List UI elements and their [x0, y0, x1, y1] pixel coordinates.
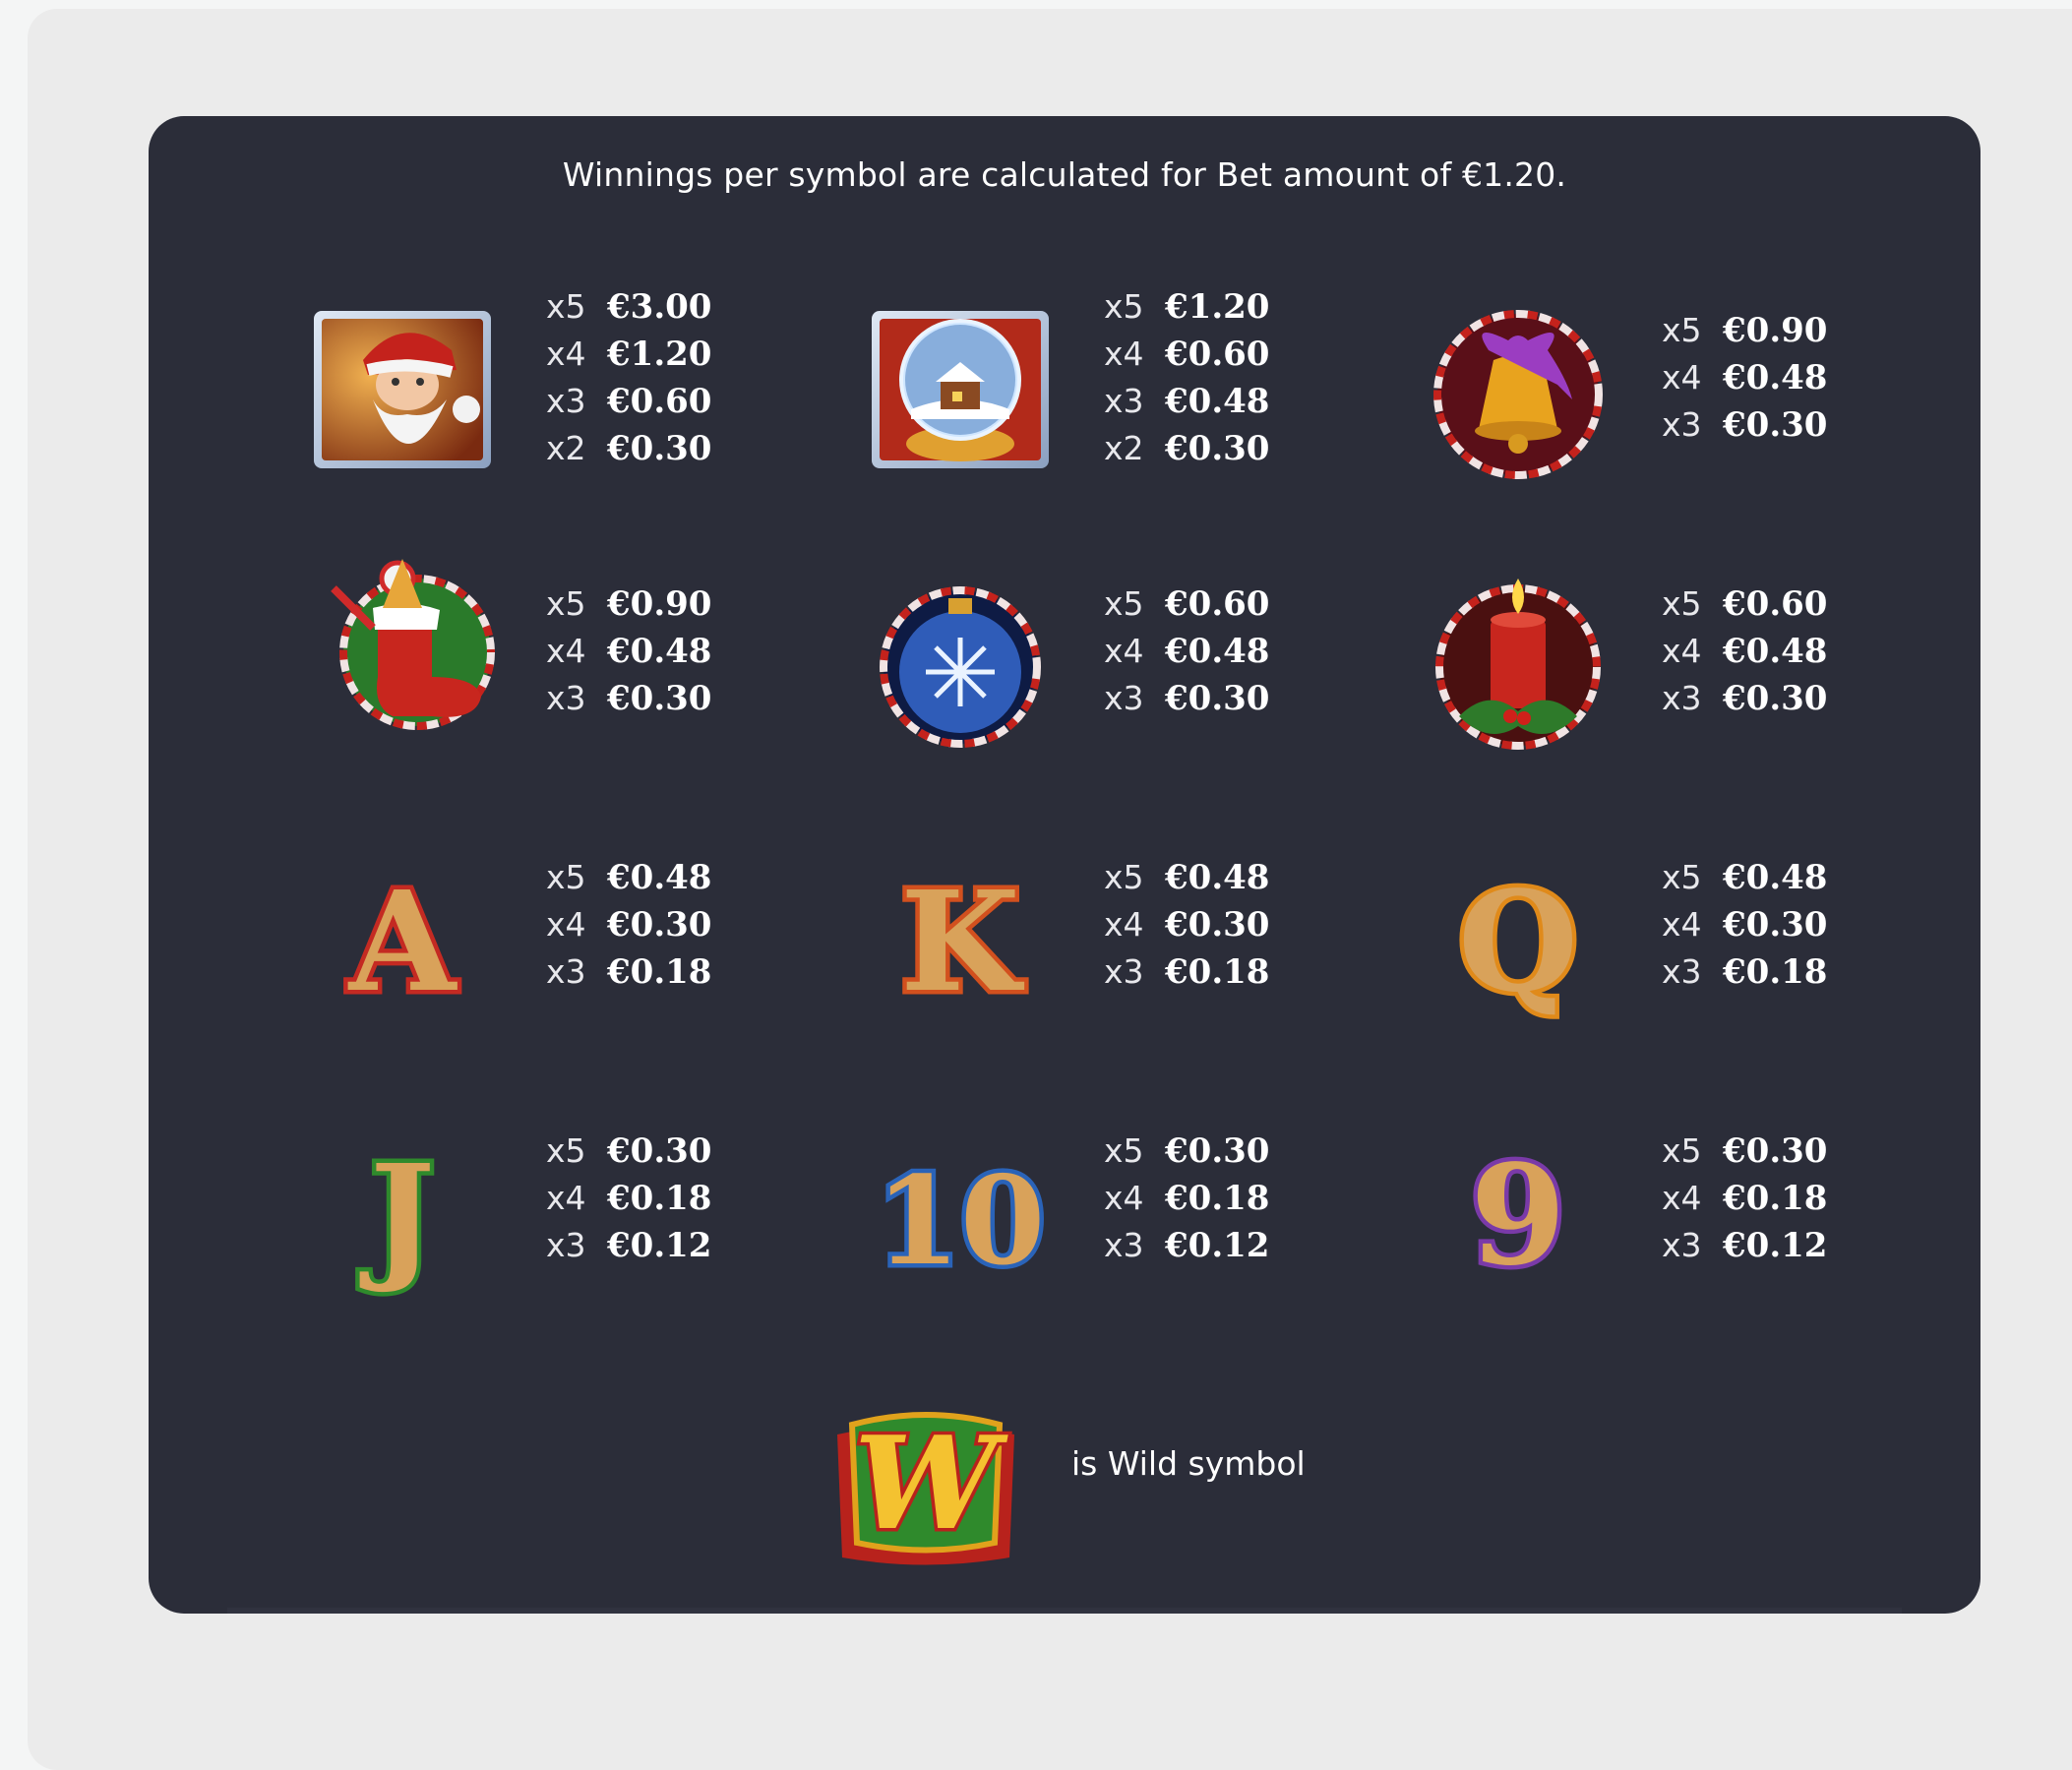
paytable-panel: Winnings per symbol are calculated for B…: [149, 116, 1981, 1614]
pay-row: x5 €0.30: [1104, 1131, 1270, 1171]
pay-row: x5 €0.30: [1662, 1131, 1828, 1171]
pay-row: x3 €0.30: [1662, 679, 1828, 718]
pay-row: x4 €0.30: [1662, 905, 1828, 945]
letter-j-icon: J: [284, 1116, 520, 1312]
paytable-santa: x5 €3.00 x4 €1.20 x3 €0.60 x2 €0.30: [546, 283, 802, 472]
pay-row: x3 €0.18: [546, 952, 712, 992]
bet-note: Winnings per symbol are calculated for B…: [562, 155, 1567, 194]
pay-row: x3 €0.30: [1662, 405, 1828, 445]
pay-row: x2 €0.30: [1104, 429, 1270, 468]
pay-row: x3 €0.18: [1662, 952, 1828, 992]
paytable-10: x5 €0.30 x4 €0.18 x3 €0.12: [1104, 1128, 1360, 1269]
wild-w-icon: W: [808, 1385, 1044, 1582]
svg-text:9: 9: [1470, 1135, 1565, 1297]
letter-q-icon: Q: [1400, 842, 1636, 1039]
pay-row: x4 €0.48: [1662, 632, 1828, 671]
paytable-candle: x5 €0.60 x4 €0.48 x3 €0.30: [1662, 580, 1918, 722]
candle-icon: [1400, 559, 1636, 756]
pay-row: x5 €0.48: [546, 858, 712, 897]
ornament-icon: [842, 559, 1078, 756]
pay-row: x4 €0.48: [1662, 358, 1828, 397]
pay-row: x3 €0.30: [1104, 679, 1270, 718]
paytable-a: x5 €0.48 x4 €0.30 x3 €0.18: [546, 854, 802, 996]
svg-text:A: A: [347, 862, 458, 1023]
paytable-stocking: x5 €0.90 x4 €0.48 x3 €0.30: [546, 580, 802, 722]
paytable-bell: x5 €0.90 x4 €0.48 x3 €0.30: [1662, 307, 1918, 449]
bell-icon: [1400, 291, 1636, 488]
letter-k-icon: K: [842, 842, 1078, 1039]
paytable-k: x5 €0.48 x4 €0.30 x3 €0.18: [1104, 854, 1360, 996]
pay-row: x5 €0.60: [1104, 584, 1270, 624]
pay-row: x3 €0.12: [546, 1226, 712, 1265]
pay-row: x5 €0.30: [546, 1131, 712, 1171]
snow-globe-icon: [842, 291, 1078, 488]
pay-row: x5 €1.20: [1104, 287, 1270, 327]
pay-row: x4 €0.30: [1104, 905, 1270, 945]
pay-row: x5 €0.60: [1662, 584, 1828, 624]
svg-text:K: K: [900, 862, 1024, 1023]
pay-row: x4 €0.18: [1662, 1179, 1828, 1218]
svg-text:W: W: [854, 1408, 1008, 1558]
pay-row: x4 €0.18: [546, 1179, 712, 1218]
pay-row: x3 €0.12: [1662, 1226, 1828, 1265]
pay-row: x5 €0.48: [1104, 858, 1270, 897]
pay-row: x3 €0.12: [1104, 1226, 1270, 1265]
paytable-q: x5 €0.48 x4 €0.30 x3 €0.18: [1662, 854, 1918, 996]
stocking-icon: [284, 539, 520, 736]
pay-row: x4 €1.20: [546, 335, 712, 374]
number-9-icon: 9: [1400, 1116, 1636, 1312]
paytable-snow-globe: x5 €1.20 x4 €0.60 x3 €0.48 x2 €0.30: [1104, 283, 1360, 472]
pay-row: x5 €3.00: [546, 287, 712, 327]
paytable-ornament: x5 €0.60 x4 €0.48 x3 €0.30: [1104, 580, 1360, 722]
pay-row: x4 €0.30: [546, 905, 712, 945]
pay-row: x3 €0.30: [546, 679, 712, 718]
svg-text:Q: Q: [1458, 862, 1578, 1023]
wild-description: is Wild symbol: [1071, 1444, 1306, 1483]
svg-text:10: 10: [876, 1150, 1046, 1293]
pay-row: x3 €0.18: [1104, 952, 1270, 992]
pay-row: x5 €0.48: [1662, 858, 1828, 897]
santa-icon: [284, 291, 520, 488]
pay-row: x3 €0.60: [546, 382, 712, 421]
pay-row: x2 €0.30: [546, 429, 712, 468]
pay-row: x3 €0.48: [1104, 382, 1270, 421]
pay-row: x4 €0.18: [1104, 1179, 1270, 1218]
number-10-icon: 10: [842, 1116, 1078, 1312]
svg-text:J: J: [359, 1135, 435, 1297]
pay-row: x4 €0.48: [546, 632, 712, 671]
paytable-9: x5 €0.30 x4 €0.18 x3 €0.12: [1662, 1128, 1918, 1269]
pay-row: x5 €0.90: [546, 584, 712, 624]
pay-row: x4 €0.48: [1104, 632, 1270, 671]
pay-row: x4 €0.60: [1104, 335, 1270, 374]
paytable-j: x5 €0.30 x4 €0.18 x3 €0.12: [546, 1128, 802, 1269]
pay-row: x5 €0.90: [1662, 311, 1828, 350]
letter-a-icon: A: [284, 842, 520, 1039]
